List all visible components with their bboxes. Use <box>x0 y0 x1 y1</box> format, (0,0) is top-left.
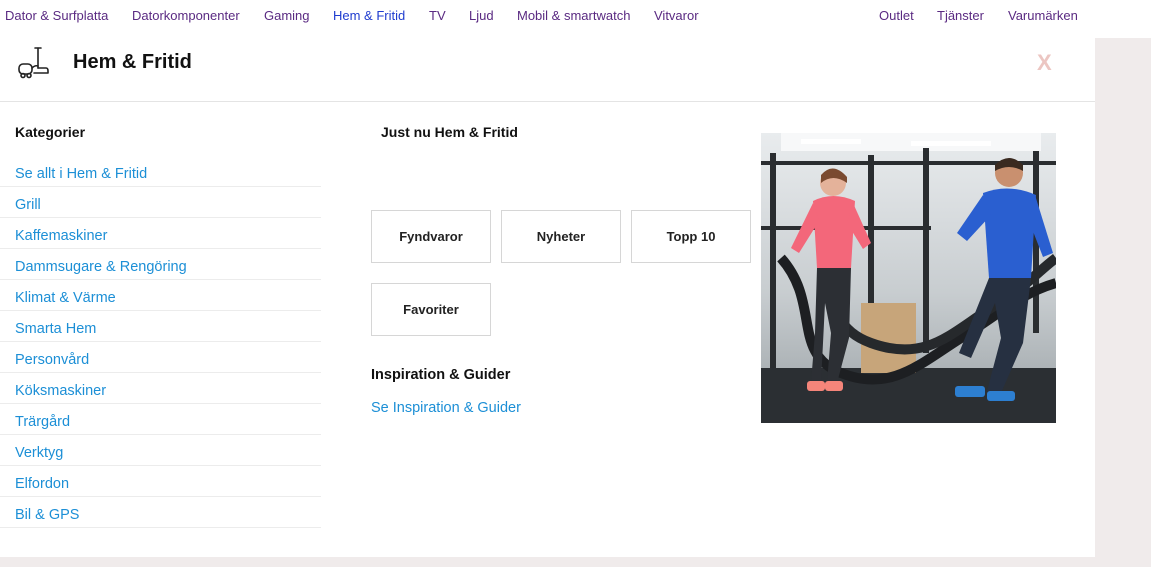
category-item: Trärgård <box>0 404 321 435</box>
category-link-se-allt[interactable]: Se allt i Hem & Fritid <box>15 166 147 182</box>
inspiration-link[interactable]: Se Inspiration & Guider <box>371 400 521 416</box>
category-link-personvard[interactable]: Personvård <box>15 352 89 368</box>
nav-item-varumarken[interactable]: Varumärken <box>1008 8 1078 23</box>
backdrop-overlay-bottom[interactable] <box>0 557 1151 567</box>
nav-item-datorkomponenter[interactable]: Datorkomponenter <box>132 8 240 23</box>
nav-item-tjanster[interactable]: Tjänster <box>937 8 984 23</box>
nav-item-gaming[interactable]: Gaming <box>264 8 310 23</box>
nav-item-mobil-smartwatch[interactable]: Mobil & smartwatch <box>517 8 630 23</box>
inspiration-heading: Inspiration & Guider <box>371 367 511 383</box>
category-item: Grill <box>0 187 321 218</box>
nav-item-dator-surfplatta[interactable]: Dator & Surfplatta <box>5 8 108 23</box>
category-item: Kaffemaskiner <box>0 218 321 249</box>
panel-title: Hem & Fritid <box>73 51 192 73</box>
category-link-smarta-hem[interactable]: Smarta Hem <box>15 321 96 337</box>
category-link-grill[interactable]: Grill <box>15 197 41 213</box>
nav-item-ljud[interactable]: Ljud <box>469 8 494 23</box>
category-link-bil-gps[interactable]: Bil & GPS <box>15 507 79 523</box>
category-item: Dammsugare & Rengöring <box>0 249 321 280</box>
panel-header: Hem & Fritid X <box>0 32 1095 102</box>
close-button[interactable]: X <box>1037 50 1052 76</box>
vacuum-cleaner-icon <box>16 46 52 80</box>
category-link-koksmaskiner[interactable]: Köksmaskiner <box>15 383 106 399</box>
categories-heading: Kategorier <box>15 124 86 140</box>
tile-topp-10[interactable]: Topp 10 <box>631 210 751 263</box>
category-item: Klimat & Värme <box>0 280 321 311</box>
category-link-elfordon[interactable]: Elfordon <box>15 476 69 492</box>
top-navigation: Dator & Surfplatta Datorkomponenter Gami… <box>0 0 1095 32</box>
nav-item-vitvaror[interactable]: Vitvaror <box>654 8 699 23</box>
category-item: Bil & GPS <box>0 497 321 528</box>
just-now-heading: Just nu Hem & Fritid <box>381 124 518 140</box>
category-item: Elfordon <box>0 466 321 497</box>
category-item: Personvård <box>0 342 321 373</box>
category-item: Köksmaskiner <box>0 373 321 404</box>
nav-item-hem-fritid[interactable]: Hem & Fritid <box>333 8 405 23</box>
category-item: Se allt i Hem & Fritid <box>0 156 321 187</box>
category-link-dammsugare[interactable]: Dammsugare & Rengöring <box>15 259 187 275</box>
mega-menu-panel: Hem & Fritid X Kategorier Se allt i Hem … <box>0 32 1095 557</box>
category-link-kaffemaskiner[interactable]: Kaffemaskiner <box>15 228 107 244</box>
tile-nyheter[interactable]: Nyheter <box>501 210 621 263</box>
promo-image[interactable] <box>761 133 1056 423</box>
category-link-klimat[interactable]: Klimat & Värme <box>15 290 116 306</box>
category-item: Smarta Hem <box>0 311 321 342</box>
tile-favoriter[interactable]: Favoriter <box>371 283 491 336</box>
category-list: Se allt i Hem & Fritid Grill Kaffemaskin… <box>0 156 321 528</box>
nav-item-tv[interactable]: TV <box>429 8 446 23</box>
nav-item-outlet[interactable]: Outlet <box>879 8 914 23</box>
category-link-verktyg[interactable]: Verktyg <box>15 445 63 461</box>
category-item: Verktyg <box>0 435 321 466</box>
backdrop-overlay[interactable] <box>1095 38 1151 567</box>
page: Dator & Surfplatta Datorkomponenter Gami… <box>0 0 1151 567</box>
tile-fyndvaror[interactable]: Fyndvaror <box>371 210 491 263</box>
category-link-tradgard[interactable]: Trärgård <box>15 414 70 430</box>
